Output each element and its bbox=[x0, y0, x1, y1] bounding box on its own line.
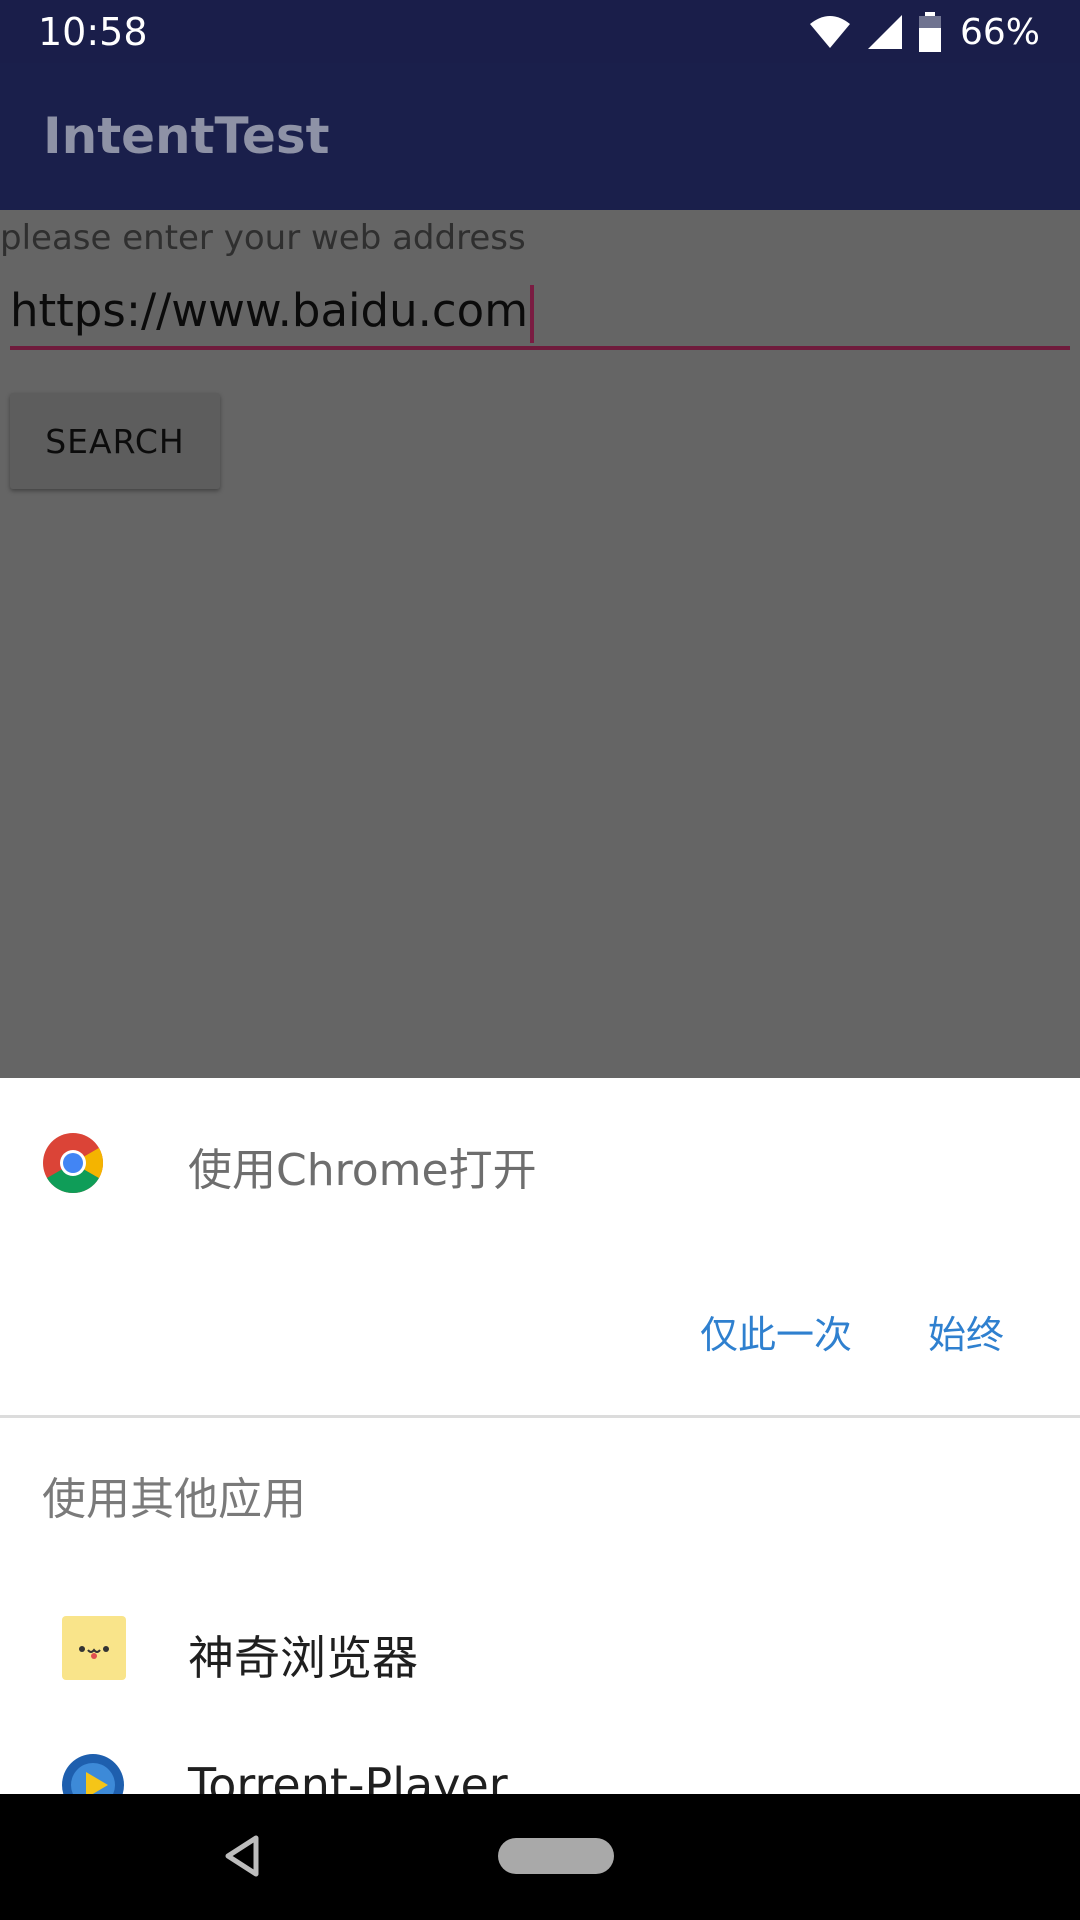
status-icons: 66% bbox=[808, 8, 1040, 56]
home-icon[interactable] bbox=[498, 1838, 614, 1874]
divider bbox=[0, 1415, 1080, 1418]
screen: 10:58 66% IntentTest please enter your w… bbox=[0, 0, 1080, 1920]
torrent-player-icon bbox=[62, 1754, 124, 1794]
url-label: please enter your web address bbox=[0, 218, 526, 258]
always-button[interactable]: 始终 bbox=[928, 1304, 1004, 1359]
just-once-button[interactable]: 仅此一次 bbox=[700, 1304, 852, 1359]
app-bar: IntentTest bbox=[0, 63, 1080, 210]
battery-icon bbox=[918, 12, 941, 52]
wifi-icon bbox=[809, 16, 850, 48]
magic-browser-icon bbox=[62, 1616, 126, 1680]
app-item-magic-browser[interactable]: 神奇浏览器 bbox=[0, 1590, 1080, 1730]
navigation-bar bbox=[0, 1794, 1080, 1920]
app-item-label: 神奇浏览器 bbox=[188, 1631, 418, 1685]
main-content: please enter your web address https://ww… bbox=[0, 210, 1080, 1078]
default-app-title: 使用Chrome打开 bbox=[188, 1145, 537, 1196]
chrome-icon bbox=[43, 1133, 104, 1194]
cell-signal-icon bbox=[867, 15, 902, 49]
other-apps-heading: 使用其他应用 bbox=[42, 1474, 306, 1525]
battery-percent: 66% bbox=[959, 11, 1040, 53]
app-title: IntentTest bbox=[43, 107, 330, 165]
text-cursor bbox=[530, 285, 535, 343]
status-time: 10:58 bbox=[38, 10, 148, 54]
app-chooser-sheet: 使用Chrome打开 仅此一次 始终 使用其他应用 神奇浏览器 Torrent-… bbox=[0, 1078, 1080, 1794]
app-item-label: Torrent-Player bbox=[188, 1758, 508, 1794]
app-item-torrent-player[interactable]: Torrent-Player bbox=[0, 1746, 1080, 1794]
url-input[interactable]: https://www.baidu.com bbox=[10, 280, 1070, 350]
search-button[interactable]: SEARCH bbox=[10, 393, 220, 489]
back-icon[interactable] bbox=[222, 1834, 262, 1878]
url-input-value: https://www.baidu.com bbox=[10, 284, 529, 337]
status-bar: 10:58 66% bbox=[0, 0, 1080, 63]
default-app-row[interactable]: 使用Chrome打开 bbox=[0, 1078, 1080, 1248]
